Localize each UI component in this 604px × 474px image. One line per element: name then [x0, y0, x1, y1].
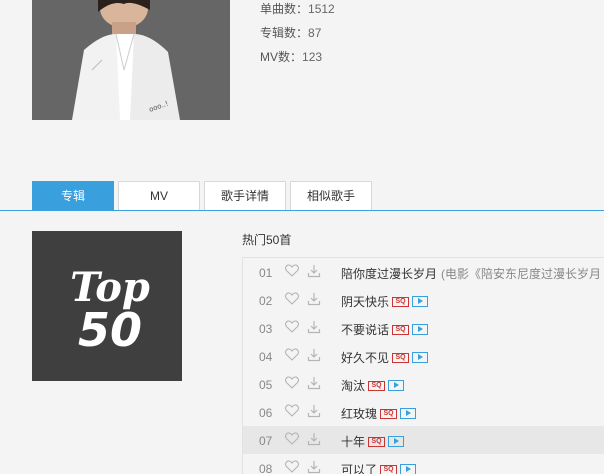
- song-row[interactable]: 05 淘汰 SQ: [243, 370, 604, 398]
- play-icon[interactable]: [412, 324, 429, 336]
- stat-value: 123: [302, 50, 323, 64]
- song-row[interactable]: 02 阴天快乐 SQ: [243, 286, 604, 314]
- sq-badge: SQ: [368, 436, 386, 447]
- download-icon[interactable]: [307, 264, 321, 281]
- song-title[interactable]: 不要说话: [341, 323, 389, 337]
- download-icon[interactable]: [307, 292, 321, 309]
- tab-similar-artists[interactable]: 相似歌手: [290, 181, 372, 211]
- stat-label: 专辑数：: [260, 26, 309, 40]
- song-title[interactable]: 十年: [341, 435, 365, 449]
- song-number: 05: [259, 378, 273, 392]
- sq-badge: SQ: [380, 408, 398, 419]
- song-subtitle: (电影《陪安东尼度过漫长岁月: [441, 267, 602, 281]
- song-title[interactable]: 陪你度过漫长岁月: [341, 267, 437, 281]
- song-title-cell[interactable]: 好久不见 SQ: [341, 349, 429, 366]
- song-row[interactable]: 04 好久不见 SQ: [243, 342, 604, 370]
- song-title-cell[interactable]: 陪你度过漫长岁月 (电影《陪安东尼度过漫长岁月: [341, 265, 601, 282]
- heart-icon[interactable]: [284, 404, 300, 420]
- play-icon[interactable]: [400, 464, 417, 474]
- song-number: 01: [259, 266, 273, 280]
- song-title[interactable]: 阴天快乐: [341, 295, 389, 309]
- heart-icon[interactable]: [284, 432, 300, 448]
- sq-badge: SQ: [380, 464, 398, 474]
- song-number: 07: [259, 434, 273, 448]
- sq-badge: SQ: [392, 352, 410, 363]
- song-number: 04: [259, 350, 273, 364]
- song-row[interactable]: 07 十年 SQ: [243, 426, 604, 454]
- heart-icon[interactable]: [284, 460, 300, 474]
- song-number: 02: [259, 294, 273, 308]
- play-icon[interactable]: [388, 380, 405, 392]
- tabbar-divider: [0, 210, 604, 211]
- download-icon[interactable]: [307, 376, 321, 393]
- play-icon[interactable]: [412, 352, 429, 364]
- top50-cover[interactable]: Top 50: [32, 231, 182, 381]
- tab-artist-details[interactable]: 歌手详情: [204, 181, 286, 211]
- song-title-cell[interactable]: 红玫瑰 SQ: [341, 405, 417, 422]
- cover-text-50: 50: [78, 303, 142, 357]
- top50-cover-art: Top 50: [32, 231, 182, 381]
- song-title[interactable]: 红玫瑰: [341, 407, 377, 421]
- song-title[interactable]: 可以了: [341, 463, 377, 474]
- heart-icon[interactable]: [284, 264, 300, 280]
- sq-badge: SQ: [392, 324, 410, 335]
- stat-albums: 专辑数：87: [260, 24, 321, 41]
- song-row[interactable]: 03 不要说话 SQ: [243, 314, 604, 342]
- song-number: 03: [259, 322, 273, 336]
- stat-mvs: MV数：123: [260, 48, 322, 65]
- heart-icon[interactable]: [284, 348, 300, 364]
- song-number: 08: [259, 462, 273, 474]
- heart-icon[interactable]: [284, 292, 300, 308]
- song-title-cell[interactable]: 十年 SQ: [341, 433, 405, 450]
- stat-label: MV数：: [260, 50, 303, 64]
- song-title[interactable]: 淘汰: [341, 379, 365, 393]
- song-title-cell[interactable]: 淘汰 SQ: [341, 377, 405, 394]
- song-row[interactable]: 01 陪你度过漫长岁月 (电影《陪安东尼度过漫长岁月: [243, 258, 604, 286]
- play-icon[interactable]: [412, 296, 429, 308]
- stat-singles: 单曲数：1512: [260, 0, 335, 17]
- download-icon[interactable]: [307, 348, 321, 365]
- stat-label: 单曲数：: [260, 2, 309, 16]
- download-icon[interactable]: [307, 404, 321, 421]
- hot-songs-title: 热门50首: [242, 233, 292, 247]
- heart-icon[interactable]: [284, 320, 300, 336]
- artist-photo-image: ooo..!: [32, 0, 230, 120]
- song-row[interactable]: 08 可以了 SQ: [243, 454, 604, 474]
- song-list: 01 陪你度过漫长岁月 (电影《陪安东尼度过漫长岁月 02 阴天快乐 SQ 03 不要说话 SQ…: [242, 257, 604, 474]
- stat-value: 1512: [308, 2, 335, 16]
- download-icon[interactable]: [307, 460, 321, 474]
- play-icon[interactable]: [400, 408, 417, 420]
- song-title-cell[interactable]: 阴天快乐 SQ: [341, 293, 429, 310]
- tab-albums[interactable]: 专辑: [32, 181, 114, 211]
- heart-icon[interactable]: [284, 376, 300, 392]
- song-row[interactable]: 06 红玫瑰 SQ: [243, 398, 604, 426]
- song-title[interactable]: 好久不见: [341, 351, 389, 365]
- artist-photo: ooo..!: [32, 0, 230, 120]
- sq-badge: SQ: [392, 296, 410, 307]
- song-title-cell[interactable]: 不要说话 SQ: [341, 321, 429, 338]
- song-title-cell[interactable]: 可以了 SQ: [341, 461, 417, 474]
- stat-value: 87: [308, 26, 322, 40]
- download-icon[interactable]: [307, 320, 321, 337]
- sq-badge: SQ: [368, 380, 386, 391]
- play-icon[interactable]: [388, 436, 405, 448]
- tab-mv[interactable]: MV: [118, 181, 200, 211]
- download-icon[interactable]: [307, 432, 321, 449]
- song-number: 06: [259, 406, 273, 420]
